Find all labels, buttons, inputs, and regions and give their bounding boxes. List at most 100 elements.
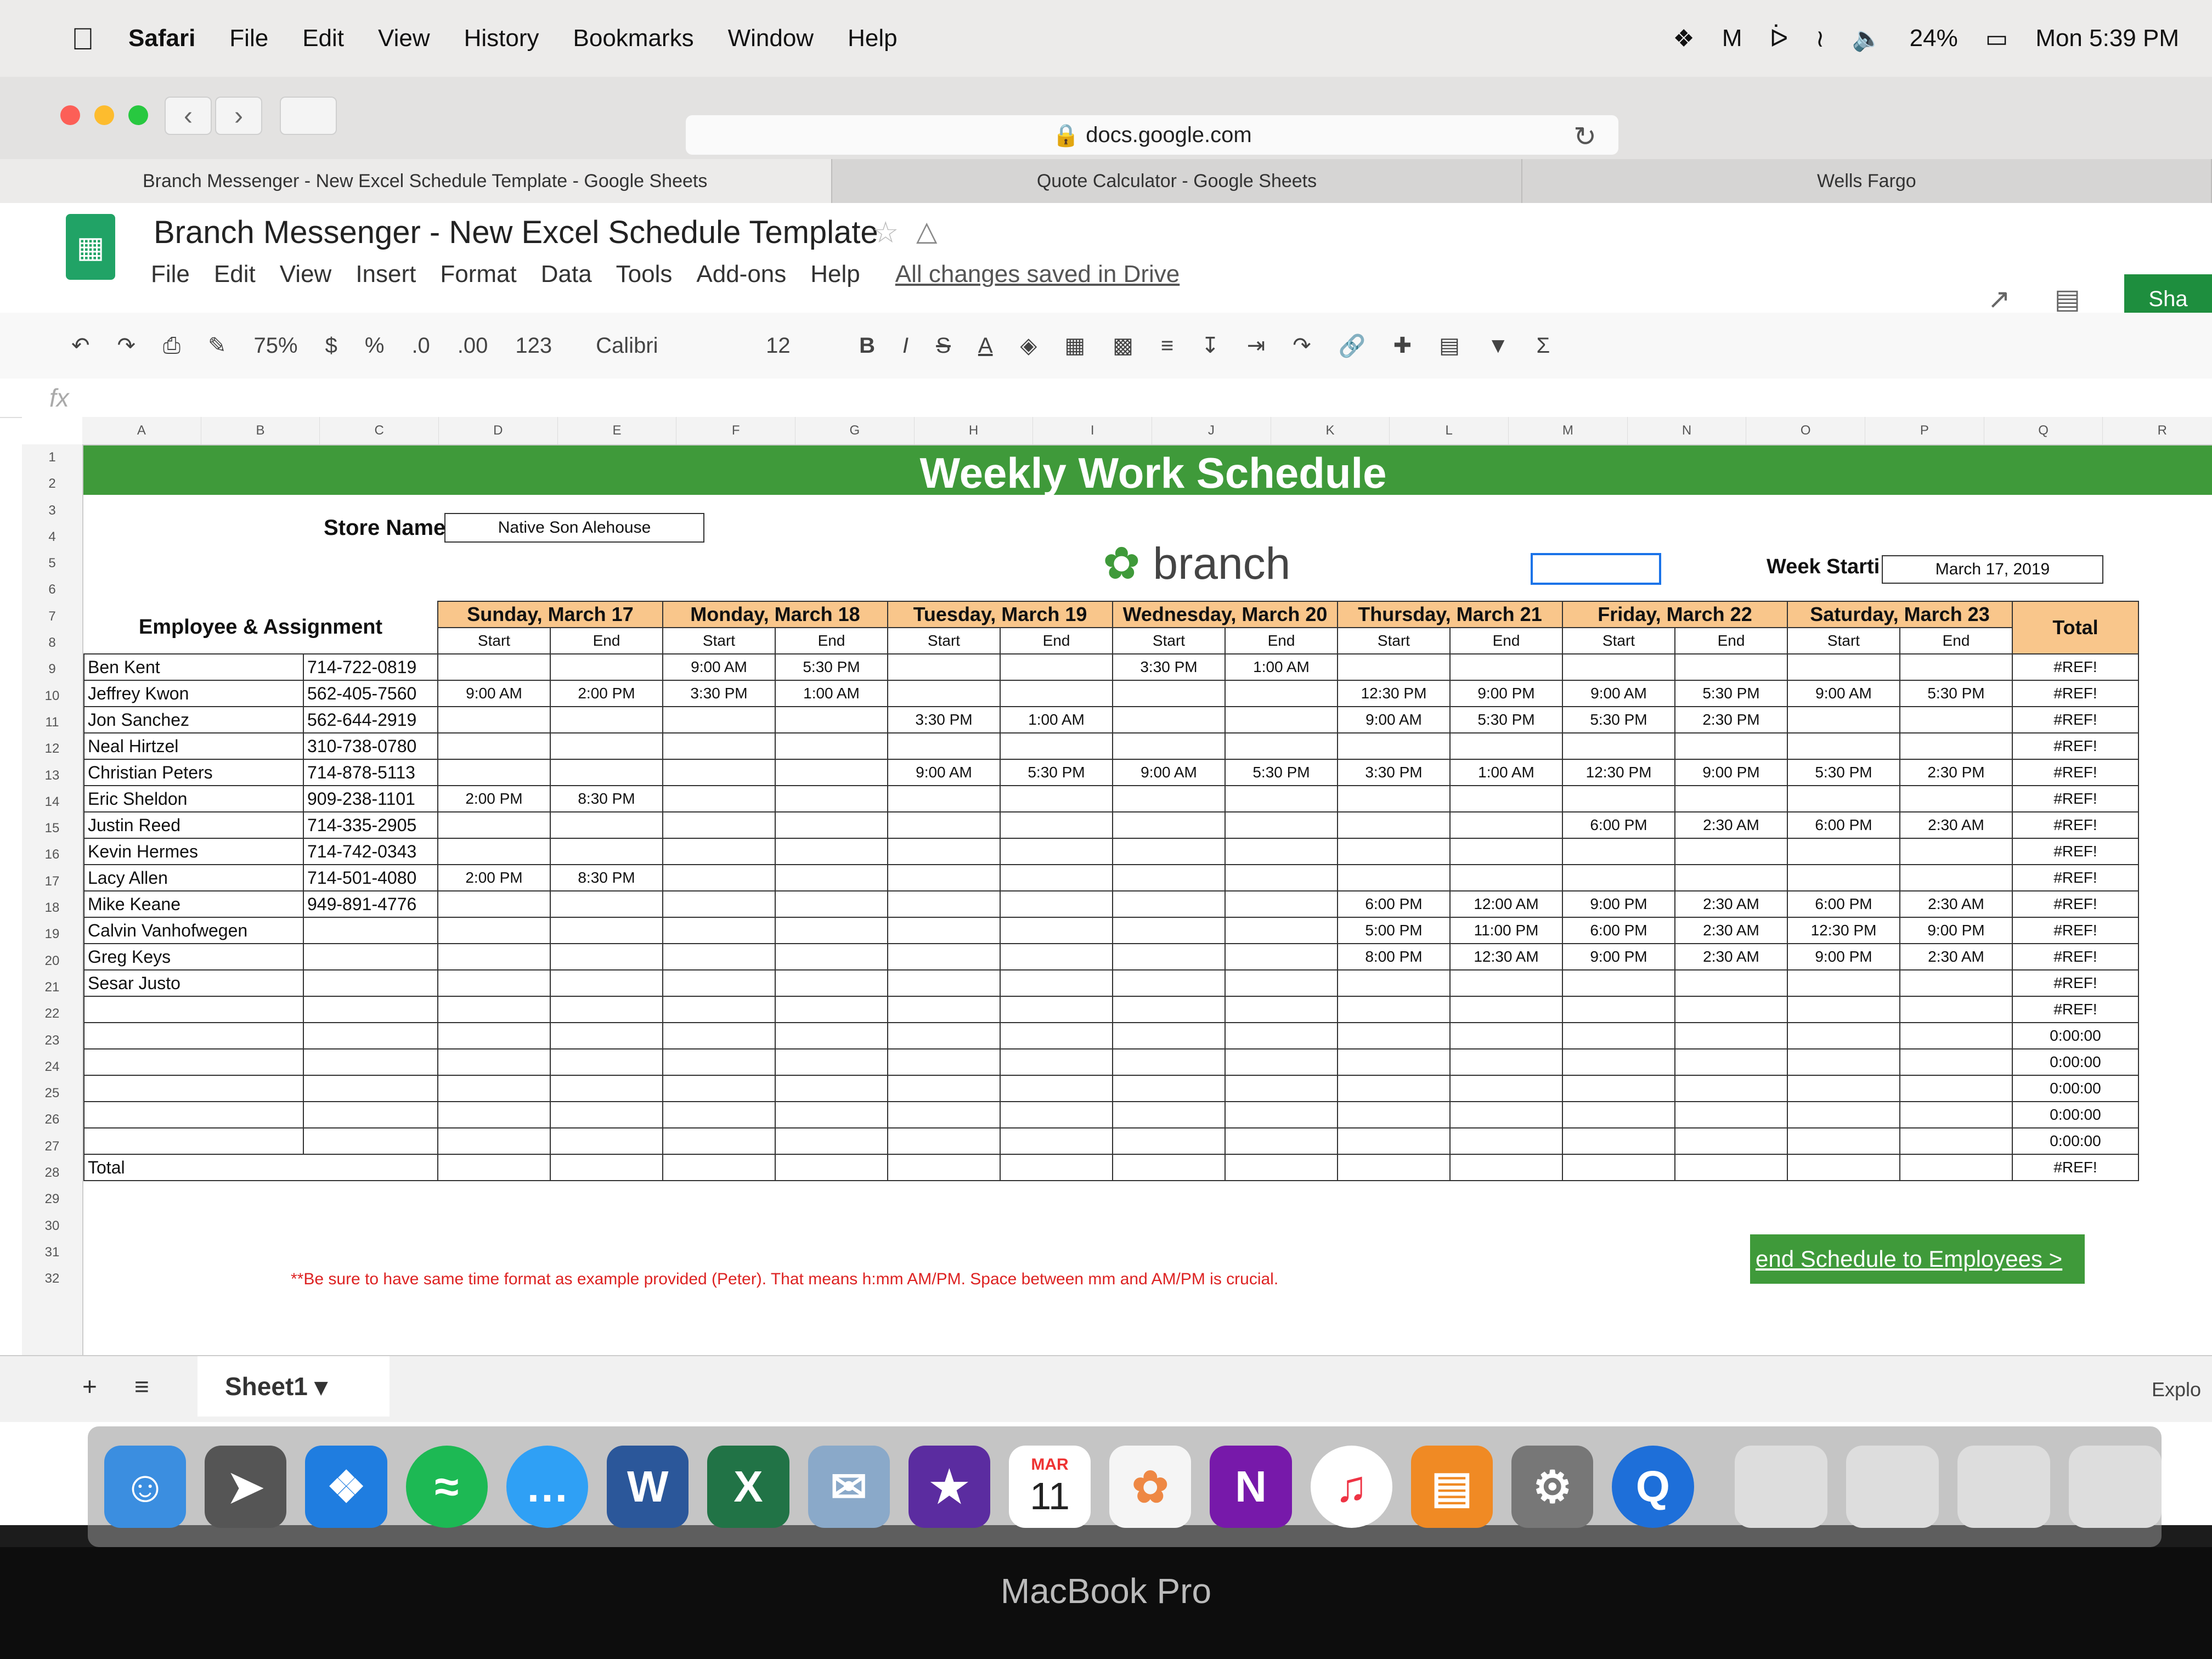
sheets-menu-file[interactable]: File (151, 261, 190, 288)
shift-start-cell[interactable]: 3:30 PM (1337, 759, 1451, 786)
sheets-menu-data[interactable]: Data (541, 261, 592, 288)
employee-name-cell[interactable]: Calvin Vanhofwegen (83, 917, 304, 944)
shift-start-cell[interactable] (1337, 811, 1451, 839)
column-header[interactable]: D (439, 417, 558, 444)
all-sheets-icon[interactable]: ≡ (134, 1372, 149, 1401)
decrease-decimal-button[interactable]: .0 (411, 334, 430, 358)
shift-end-cell[interactable]: 9:00 PM (1674, 759, 1788, 786)
shift-start-cell[interactable] (1787, 864, 1900, 891)
row-header[interactable]: 21 (22, 974, 82, 1001)
shift-start-cell[interactable] (1787, 1048, 1900, 1076)
shift-end-cell[interactable] (1000, 969, 1113, 997)
shift-end-cell[interactable] (1449, 785, 1563, 812)
shift-end-cell[interactable] (1449, 969, 1563, 997)
photos-icon[interactable]: ✿ (1109, 1446, 1192, 1528)
row-header[interactable]: 18 (22, 895, 82, 921)
shift-start-cell[interactable] (1112, 1075, 1226, 1102)
sheets-menu-help[interactable]: Help (810, 261, 860, 288)
shift-end-cell[interactable] (1674, 838, 1788, 865)
row-total-cell[interactable]: #REF! (2012, 706, 2139, 733)
sheets-menu-view[interactable]: View (280, 261, 332, 288)
shift-end-cell[interactable] (1224, 943, 1338, 970)
shift-start-cell[interactable] (1112, 811, 1226, 839)
text-wrap-icon[interactable]: ⇥ (1247, 333, 1266, 358)
row-header[interactable]: 11 (22, 709, 82, 736)
shift-start-cell[interactable] (1112, 1127, 1226, 1155)
shift-start-cell[interactable] (1562, 785, 1675, 812)
shift-end-cell[interactable] (1224, 890, 1338, 918)
shift-start-cell[interactable]: 12:30 PM (1787, 917, 1900, 944)
shift-end-cell[interactable] (550, 917, 663, 944)
shift-end-cell[interactable] (550, 1022, 663, 1049)
employee-phone-cell[interactable]: 714-742-0343 (303, 838, 438, 865)
shift-start-cell[interactable] (1562, 1101, 1675, 1128)
shift-end-cell[interactable] (1674, 1101, 1788, 1128)
row-total-cell[interactable]: #REF! (2012, 680, 2139, 707)
italic-button[interactable]: I (902, 334, 909, 358)
shift-start-cell[interactable] (1112, 1048, 1226, 1076)
star-icon[interactable]: ☆ (872, 215, 899, 250)
shift-start-cell[interactable]: 3:30 PM (1112, 653, 1226, 681)
wifi-icon[interactable]: ≀ (1815, 25, 1825, 53)
employee-phone-cell[interactable]: 562-405-7560 (303, 680, 438, 707)
shift-end-cell[interactable] (1899, 1127, 2013, 1155)
shift-end-cell[interactable]: 2:30 PM (1674, 706, 1788, 733)
shift-start-cell[interactable] (1112, 917, 1226, 944)
shift-end-cell[interactable] (1000, 917, 1113, 944)
row-header[interactable]: 12 (22, 736, 82, 762)
shift-end-cell[interactable] (1224, 996, 1338, 1023)
shift-start-cell[interactable] (1787, 838, 1900, 865)
employee-phone-cell[interactable]: 909-238-1101 (303, 785, 438, 812)
shift-start-cell[interactable]: 6:00 PM (1337, 890, 1451, 918)
shift-start-cell[interactable] (1337, 969, 1451, 997)
shift-end-cell[interactable] (775, 996, 888, 1023)
grand-total-cell[interactable]: #REF! (2012, 1154, 2139, 1181)
shift-start-cell[interactable]: 12:30 PM (1562, 759, 1675, 786)
apple-icon[interactable]:  (71, 21, 94, 57)
shift-start-cell[interactable]: 5:30 PM (1562, 706, 1675, 733)
shift-start-cell[interactable]: 9:00 AM (887, 759, 1001, 786)
shift-end-cell[interactable]: 2:30 AM (1674, 890, 1788, 918)
shift-start-cell[interactable]: 9:00 AM (1112, 759, 1226, 786)
shift-start-cell[interactable] (1562, 1048, 1675, 1076)
finder-icon[interactable]: ☺ (104, 1446, 187, 1528)
spotify-icon[interactable]: ≈ (405, 1446, 488, 1528)
shift-start-cell[interactable] (1562, 996, 1675, 1023)
row-header[interactable]: 31 (22, 1239, 82, 1266)
chart-icon[interactable]: ▤ (1439, 333, 1460, 358)
column-header[interactable]: M (1509, 417, 1628, 444)
row-header[interactable]: 24 (22, 1054, 82, 1080)
align-icon[interactable]: ≡ (1161, 334, 1173, 358)
employee-name-cell[interactable] (83, 1075, 304, 1102)
menu-window[interactable]: Window (728, 25, 814, 52)
shift-end-cell[interactable]: 1:00 AM (1449, 759, 1563, 786)
shift-end-cell[interactable] (775, 785, 888, 812)
shift-start-cell[interactable] (437, 1127, 551, 1155)
shift-end-cell[interactable] (1000, 811, 1113, 839)
row-header[interactable]: 28 (22, 1160, 82, 1186)
column-header[interactable]: I (1033, 417, 1153, 444)
explore-button[interactable]: Explo (2152, 1378, 2201, 1401)
shift-end-cell[interactable] (1000, 1075, 1113, 1102)
shift-end-cell[interactable] (1224, 706, 1338, 733)
employee-phone-cell[interactable] (303, 943, 438, 970)
total-row-cell[interactable] (1000, 1154, 1113, 1181)
shift-end-cell[interactable] (1000, 996, 1113, 1023)
shift-end-cell[interactable] (550, 1075, 663, 1102)
row-total-cell[interactable]: #REF! (2012, 969, 2139, 997)
shift-start-cell[interactable] (1787, 1075, 1900, 1102)
ibooks-icon[interactable]: ▤ (1410, 1446, 1493, 1528)
employee-phone-cell[interactable] (303, 969, 438, 997)
shift-end-cell[interactable] (775, 864, 888, 891)
shift-end-cell[interactable]: 1:00 AM (775, 680, 888, 707)
strikethrough-button[interactable]: S (936, 334, 951, 358)
employee-phone-cell[interactable]: 714-501-4080 (303, 864, 438, 891)
total-row-cell[interactable] (662, 1154, 776, 1181)
shift-start-cell[interactable] (1112, 864, 1226, 891)
employee-phone-cell[interactable]: 949-891-4776 (303, 890, 438, 918)
row-header[interactable]: 4 (22, 524, 82, 550)
selected-cell[interactable] (1531, 553, 1661, 585)
shift-start-cell[interactable]: 6:00 PM (1787, 890, 1900, 918)
employee-name-cell[interactable]: Ben Kent (83, 653, 304, 681)
valign-icon[interactable]: ↧ (1201, 333, 1220, 358)
